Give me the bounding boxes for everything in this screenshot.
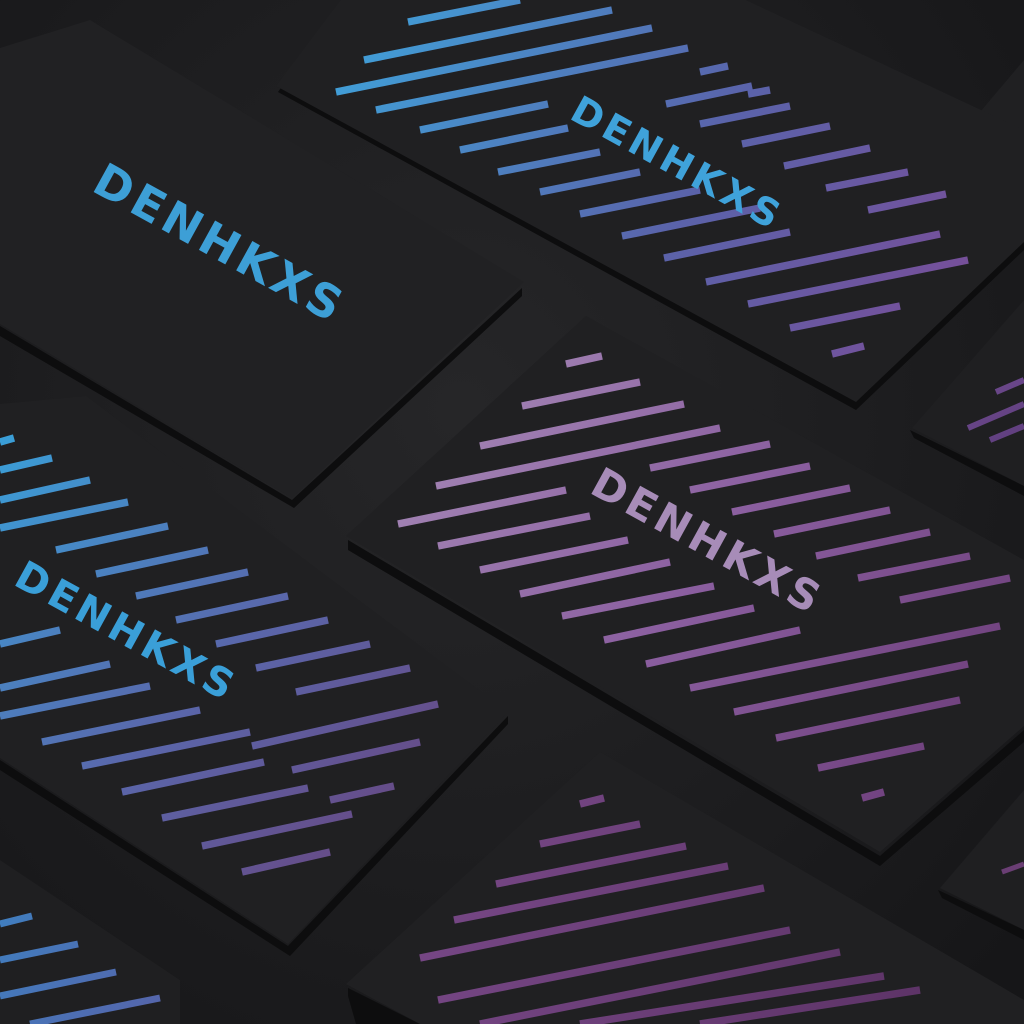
cards-artwork: DENHKXS DENHKXS DENHKXS DENHKXS: [0, 0, 1024, 1024]
card-partial-bottom-left: [0, 860, 180, 1024]
card-partial-right-bottom: [938, 790, 1024, 940]
business-card-mockup-scene: DENHKXS DENHKXS DENHKXS DENHKXS: [0, 0, 1024, 1024]
